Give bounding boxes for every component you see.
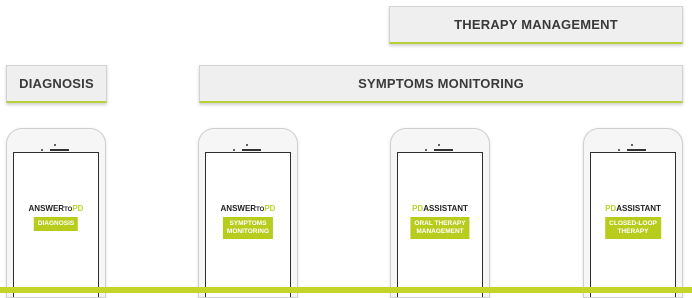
phone-screen: ANSWERTOPD DIAGNOSIS xyxy=(13,152,99,297)
app-brand-label: PDASSISTANT xyxy=(605,204,661,213)
diagnosis-banner: DIAGNOSIS xyxy=(6,65,107,103)
app-brand-label: ANSWERTOPD xyxy=(220,204,276,213)
symptoms-monitoring-banner: SYMPTOMS MONITORING xyxy=(199,65,683,103)
feature-chip: SYMPTOMS MONITORING xyxy=(222,217,274,239)
phone-answer-to-pd-diagnosis: ANSWERTOPD DIAGNOSIS xyxy=(6,128,106,298)
phone-pd-assistant-oral-therapy: PDASSISTANT ORAL THERAPY MANAGEMENT xyxy=(390,128,490,298)
therapy-management-banner: THERAPY MANAGEMENT xyxy=(389,6,683,44)
phone-screen: ANSWERTOPD SYMPTOMS MONITORING xyxy=(205,152,291,297)
feature-chip: ORAL THERAPY MANAGEMENT xyxy=(410,217,470,239)
feature-chip: DIAGNOSIS xyxy=(33,217,79,231)
accent-bottom-bar xyxy=(0,287,692,293)
phone-screen: PDASSISTANT CLOSED-LOOP THERAPY xyxy=(590,152,676,297)
feature-chip: CLOSED-LOOP THERAPY xyxy=(605,217,661,239)
phone-answer-to-pd-symptoms: ANSWERTOPD SYMPTOMS MONITORING xyxy=(198,128,298,298)
phone-pd-assistant-closed-loop: PDASSISTANT CLOSED-LOOP THERAPY xyxy=(583,128,683,298)
app-brand-label: PDASSISTANT xyxy=(412,204,468,213)
app-brand-label: ANSWERTOPD xyxy=(28,204,84,213)
phone-screen: PDASSISTANT ORAL THERAPY MANAGEMENT xyxy=(397,152,483,297)
